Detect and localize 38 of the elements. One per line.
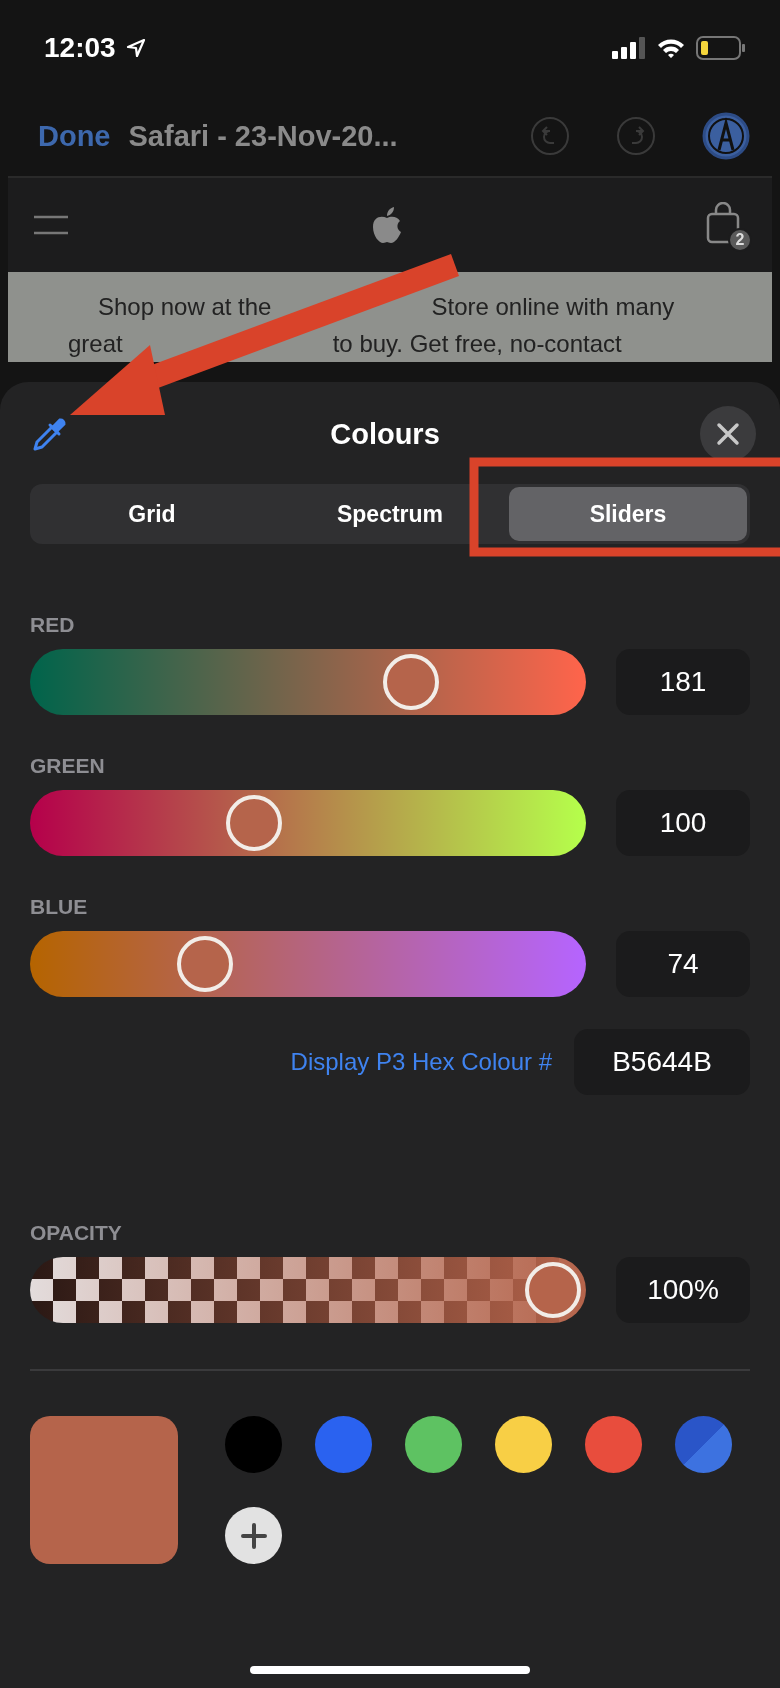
value-field[interactable]: 100 xyxy=(616,790,750,856)
tab[interactable]: Grid xyxy=(33,487,271,541)
wifi-icon xyxy=(656,37,686,59)
value-field[interactable]: 74 xyxy=(616,931,750,997)
colour-swatch[interactable] xyxy=(315,1416,372,1473)
colour-swatch[interactable] xyxy=(675,1416,732,1473)
battery-icon xyxy=(696,36,746,60)
banner-text: Store online with many xyxy=(431,292,675,322)
slider-label: RED xyxy=(30,613,76,637)
colour-swatch[interactable] xyxy=(495,1416,552,1473)
close-icon xyxy=(716,422,740,446)
plus-icon xyxy=(240,1522,267,1549)
colour-swatch[interactable] xyxy=(405,1416,462,1473)
slider-label: OPACITY xyxy=(30,1221,123,1245)
hex-label: Display P3 Hex Colour # xyxy=(290,1048,552,1076)
colour-swatch[interactable] xyxy=(225,1416,282,1473)
document-title: Safari - 23-Nov-20... xyxy=(128,119,398,153)
tab[interactable]: Spectrum xyxy=(271,487,509,541)
sheet-title: Colours xyxy=(330,417,440,451)
opacity-field[interactable]: 100% xyxy=(616,1257,750,1323)
signal-icon xyxy=(612,37,646,59)
cart-count: 2 xyxy=(728,228,752,252)
status-time: 12:03 xyxy=(44,32,116,64)
add-colour-button[interactable] xyxy=(225,1507,282,1564)
banner-text: Shop now at the xyxy=(98,292,272,322)
hex-field[interactable]: B5644B xyxy=(574,1029,750,1095)
tab[interactable]: Sliders xyxy=(509,487,747,541)
banner-text: great xyxy=(68,329,123,359)
menu-icon[interactable] xyxy=(34,215,68,235)
location-icon xyxy=(125,38,146,58)
apple-logo-icon[interactable] xyxy=(371,206,403,244)
colour-swatch[interactable] xyxy=(585,1416,642,1473)
banner-text: to buy. Get free, no-contact xyxy=(332,329,622,359)
markup-pen-icon[interactable] xyxy=(702,112,750,160)
slider-thumb[interactable] xyxy=(525,1262,581,1318)
slider-label: GREEN xyxy=(30,754,106,778)
slider-label: BLUE xyxy=(30,895,89,919)
value-field[interactable]: 181 xyxy=(616,649,750,715)
